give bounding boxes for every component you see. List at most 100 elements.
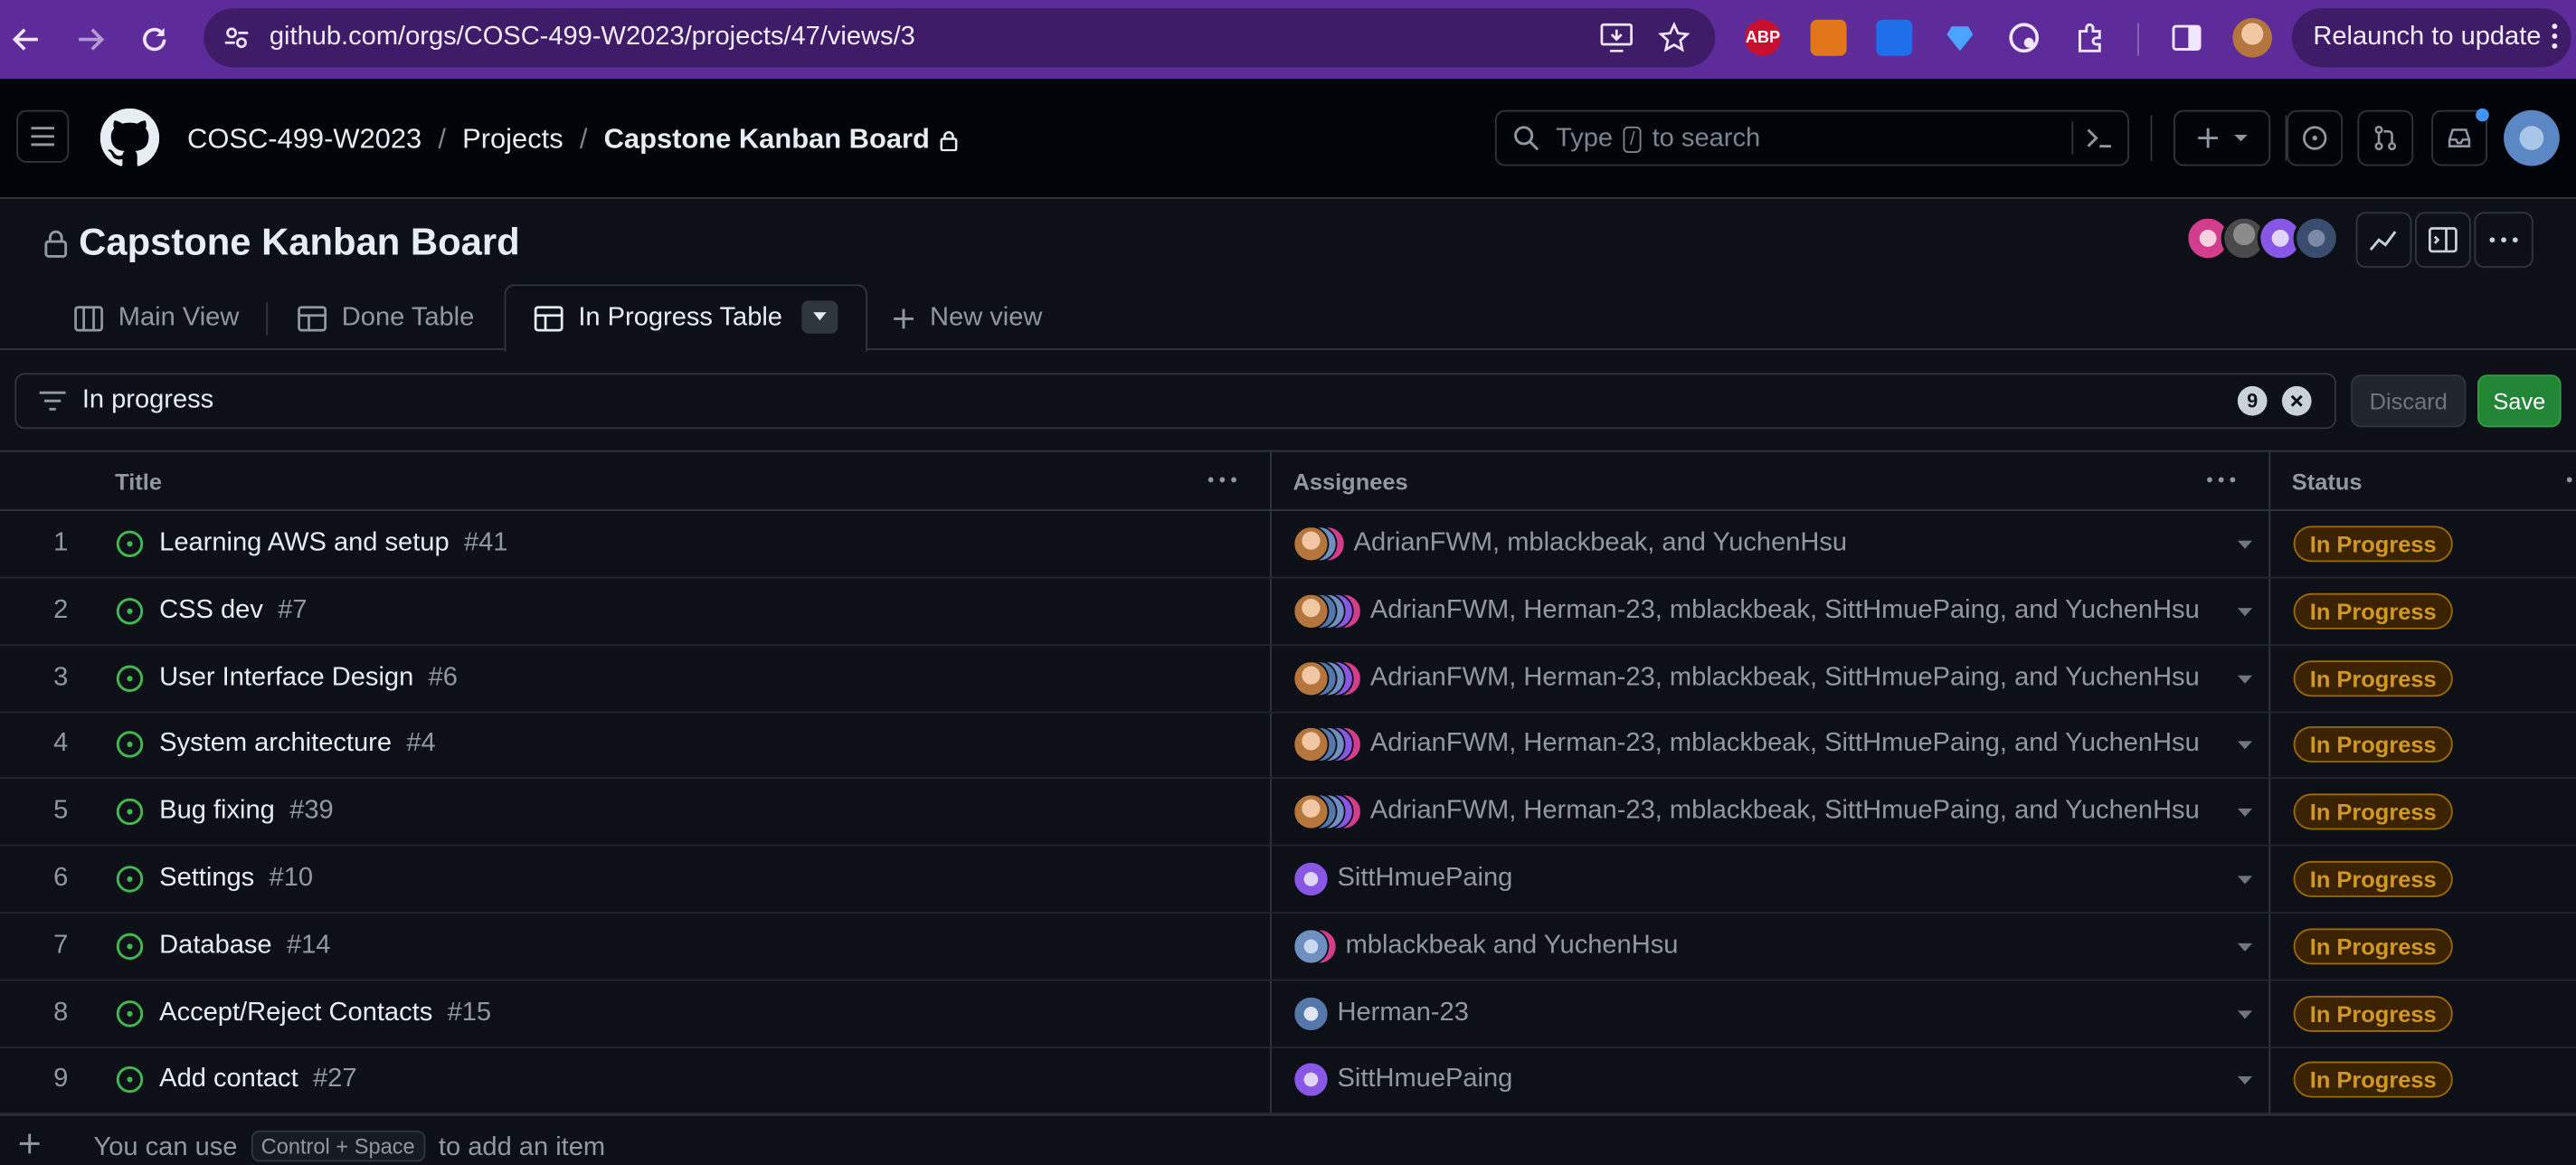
issues-button[interactable] [2287, 109, 2344, 166]
assignee-names[interactable]: AdrianFWM, mblackbeak, and YuchenHsu [1354, 529, 1847, 559]
filter-input[interactable]: In progress 9 [14, 373, 2336, 430]
issue-title[interactable]: User Interface Design #6 [159, 663, 458, 693]
site-info-icon[interactable] [223, 24, 250, 51]
create-new-button[interactable] [2174, 109, 2271, 166]
issue-title[interactable]: CSS dev #7 [159, 596, 307, 626]
status-badge[interactable]: In Progress [2293, 592, 2453, 630]
back-button[interactable] [0, 14, 52, 66]
breadcrumb-org[interactable]: COSC-499-W2023 [187, 123, 421, 156]
tab-done-table[interactable]: Done Table [298, 288, 474, 350]
table-row[interactable]: 7 Database #14 mblackbeak and YuchenHsu I… [0, 914, 2576, 981]
issue-title-text[interactable]: Bug fixing [159, 797, 275, 825]
breadcrumb-projects[interactable]: Projects [462, 123, 564, 156]
menu-button[interactable] [16, 109, 70, 163]
issue-title-text[interactable]: Database [159, 932, 271, 960]
address-bar[interactable]: github.com/orgs/COSC-499-W2023/projects/… [204, 8, 1716, 68]
status-badge[interactable]: In Progress [2293, 726, 2453, 763]
github-logo-icon[interactable] [99, 108, 160, 167]
pull-requests-button[interactable] [2357, 109, 2414, 166]
issue-number[interactable]: #41 [464, 529, 508, 557]
add-item-row[interactable]: You can use Control + Space to add an it… [0, 1113, 2576, 1165]
bitwarden-extension-icon[interactable] [1876, 19, 1913, 56]
assignee-names[interactable]: Herman-23 [1337, 999, 1468, 1028]
side-panel-icon[interactable] [2169, 20, 2205, 56]
status-badge[interactable]: In Progress [2293, 928, 2453, 964]
avatar[interactable] [1293, 928, 1330, 964]
breadcrumb-project[interactable]: Capstone Kanban Board [604, 123, 930, 156]
filter-query[interactable]: In progress [82, 386, 213, 416]
triangle-down-icon[interactable] [2237, 876, 2253, 885]
gem-extension-icon[interactable] [1942, 20, 1978, 56]
issue-title[interactable]: Accept/Reject Contacts #15 [159, 999, 491, 1028]
tab-main-view[interactable]: Main View [74, 288, 239, 350]
save-button[interactable]: Save [2477, 374, 2562, 428]
triangle-down-icon[interactable] [2237, 540, 2253, 549]
triangle-down-icon[interactable] [2237, 1009, 2253, 1018]
table-row[interactable]: 1 Learning AWS and setup #41 AdrianFWM, m… [0, 511, 2576, 579]
avatar[interactable] [1293, 1062, 1330, 1099]
command-palette-icon[interactable] [2085, 125, 2115, 151]
assignee-names[interactable]: SittHmuePaing [1337, 1066, 1512, 1095]
issue-title-text[interactable]: User Interface Design [159, 663, 413, 691]
relaunch-button[interactable]: Relaunch to update [2291, 8, 2571, 68]
profile-avatar[interactable] [2232, 17, 2272, 58]
issue-title-text[interactable]: Settings [159, 865, 254, 893]
triangle-down-icon[interactable] [2237, 809, 2253, 818]
status-badge[interactable]: In Progress [2293, 995, 2453, 1032]
status-badge[interactable]: In Progress [2293, 793, 2453, 830]
forward-button[interactable] [64, 14, 117, 66]
table-row[interactable]: 8 Accept/Reject Contacts #15 Herman-23 In… [0, 980, 2576, 1048]
triangle-down-icon[interactable] [2237, 674, 2253, 683]
table-row[interactable]: 2 CSS dev #7 AdrianFWM, Herman-23, mblack… [0, 578, 2576, 646]
issue-title[interactable]: Settings #10 [159, 865, 313, 895]
clear-filter-button[interactable] [2281, 385, 2312, 416]
issue-number[interactable]: #15 [448, 999, 492, 1027]
assignee-names[interactable]: SittHmuePaing [1337, 865, 1512, 895]
search-input[interactable]: Type / to search [1494, 109, 2129, 166]
install-app-icon[interactable] [1600, 23, 1633, 52]
issue-title[interactable]: Learning AWS and setup #41 [159, 529, 507, 559]
discard-button[interactable]: Discard [2351, 374, 2467, 428]
column-menu-button[interactable] [2556, 465, 2576, 495]
assignee-names[interactable]: AdrianFWM, Herman-23, mblackbeak, SittHm… [1370, 596, 2200, 626]
bookmark-star-icon[interactable] [1658, 21, 1690, 54]
adblock-extension-icon[interactable]: ABP [1744, 19, 1781, 56]
project-menu-button[interactable] [2474, 212, 2533, 269]
column-header-title[interactable]: Title [115, 469, 162, 495]
status-badge[interactable]: In Progress [2293, 659, 2453, 696]
table-row[interactable]: 5 Bug fixing #39 AdrianFWM, Herman-23, mb… [0, 779, 2576, 847]
issue-title-text[interactable]: Learning AWS and setup [159, 529, 449, 557]
table-row[interactable]: 9 Add contact #27 SittHmuePaing In Progre… [0, 1047, 2576, 1115]
tab-in-progress-table[interactable]: In Progress Table [534, 288, 782, 350]
avatar[interactable] [1293, 592, 1330, 630]
view-options-button[interactable] [801, 300, 838, 334]
triangle-down-icon[interactable] [2237, 742, 2253, 751]
issue-number[interactable]: #27 [313, 1066, 357, 1094]
column-header-status[interactable]: Status [2292, 469, 2363, 495]
issue-title-text[interactable]: Accept/Reject Contacts [159, 999, 432, 1027]
table-row[interactable]: 3 User Interface Design #6 AdrianFWM, Her… [0, 645, 2576, 713]
triangle-down-icon[interactable] [2237, 1076, 2253, 1085]
collaborator-avatars[interactable] [2184, 214, 2350, 264]
status-badge[interactable]: In Progress [2293, 860, 2453, 897]
table-row[interactable]: 6 Settings #10 SittHmuePaing In Progress [0, 847, 2576, 914]
status-badge[interactable]: In Progress [2293, 1062, 2453, 1099]
column-menu-button[interactable] [2203, 465, 2240, 495]
side-panel-button[interactable] [2415, 212, 2471, 269]
insights-button[interactable] [2355, 212, 2412, 269]
table-row[interactable]: 4 System architecture #4 AdrianFWM, Herma… [0, 712, 2576, 780]
issue-title-text[interactable]: System architecture [159, 730, 392, 758]
issue-title-text[interactable]: CSS dev [159, 596, 263, 624]
triangle-down-icon[interactable] [2237, 607, 2253, 616]
avatar[interactable] [1293, 860, 1330, 897]
issue-number[interactable]: #7 [278, 596, 307, 624]
avatar[interactable] [1293, 659, 1330, 696]
assignee-names[interactable]: AdrianFWM, Herman-23, mblackbeak, SittHm… [1370, 663, 2200, 693]
avatar[interactable] [1293, 995, 1330, 1032]
extensions-puzzle-icon[interactable] [2071, 20, 2107, 56]
column-header-assignees[interactable]: Assignees [1293, 469, 1407, 495]
issue-title[interactable]: Database #14 [159, 932, 330, 961]
issue-number[interactable]: #4 [406, 730, 435, 758]
avatar[interactable] [2293, 214, 2340, 261]
assignee-names[interactable]: AdrianFWM, Herman-23, mblackbeak, SittHm… [1370, 730, 2200, 760]
